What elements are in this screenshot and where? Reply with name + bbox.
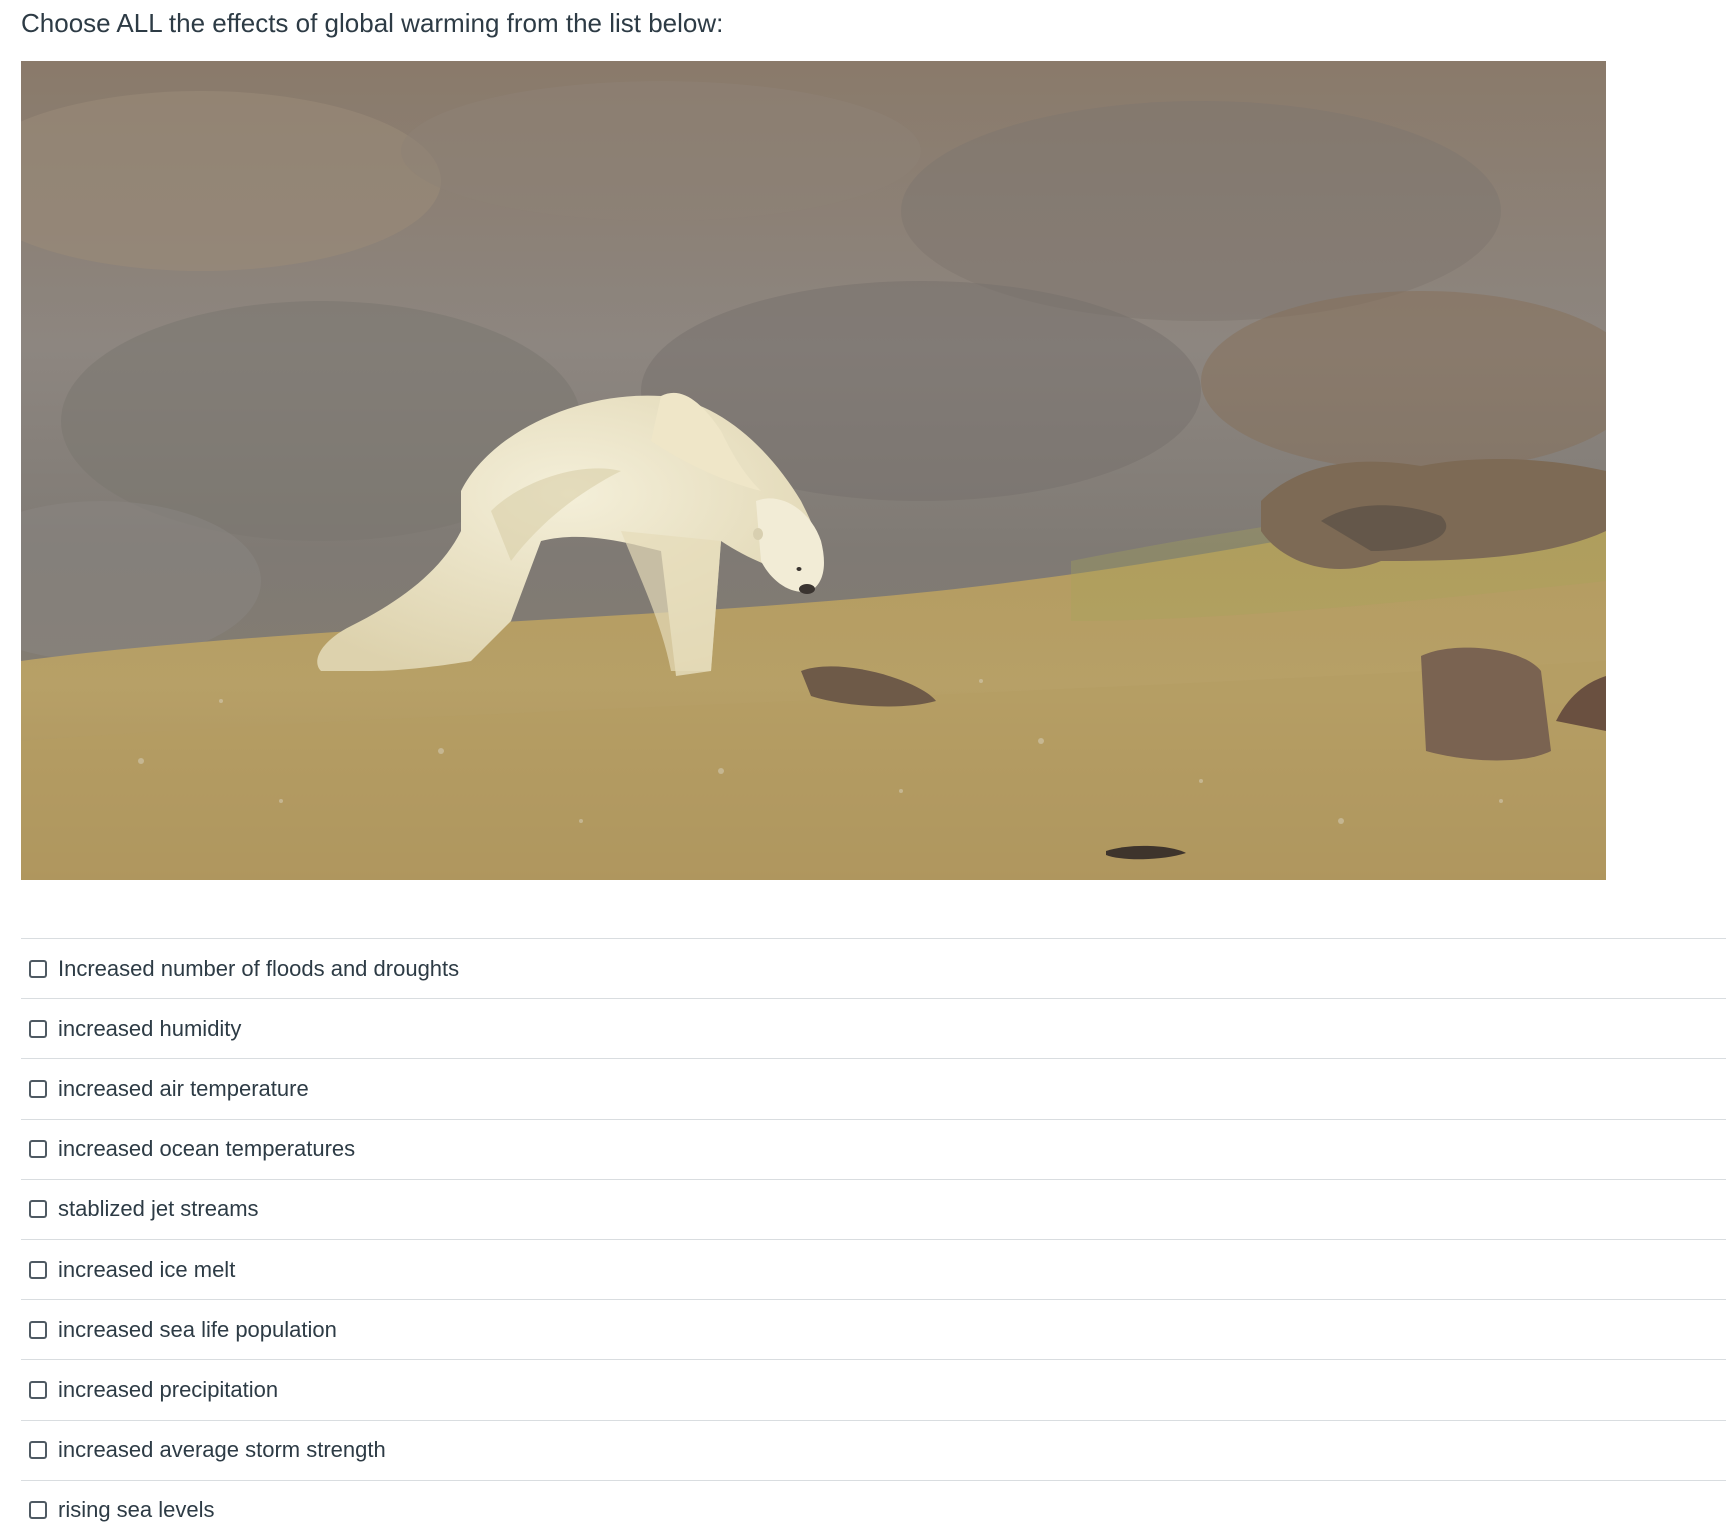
answer-option[interactable]: increased ice melt	[21, 1238, 1726, 1299]
polar-bear-photo	[21, 61, 1606, 880]
answer-label[interactable]: increased ocean temperatures	[58, 1135, 355, 1163]
answer-label[interactable]: increased sea life population	[58, 1316, 337, 1344]
answer-checkbox[interactable]	[29, 1140, 47, 1159]
answer-label[interactable]: increased average storm strength	[58, 1436, 386, 1464]
answer-checkbox[interactable]	[29, 1320, 47, 1339]
answer-checkbox[interactable]	[29, 1260, 47, 1279]
answer-option[interactable]: increased average storm strength	[21, 1419, 1726, 1480]
answer-option[interactable]: stablized jet streams	[21, 1178, 1726, 1239]
answer-checkbox[interactable]	[29, 1441, 47, 1460]
answer-label[interactable]: increased humidity	[58, 1015, 241, 1043]
answer-label[interactable]: Increased number of floods and droughts	[58, 955, 459, 983]
answer-checkbox[interactable]	[29, 1019, 47, 1038]
answer-checkbox[interactable]	[29, 1200, 47, 1219]
answer-checkbox[interactable]	[29, 1380, 47, 1399]
answer-option[interactable]: increased humidity	[21, 998, 1726, 1058]
answer-option[interactable]: increased precipitation	[21, 1359, 1726, 1419]
answer-checkbox[interactable]	[29, 1079, 47, 1098]
answer-option[interactable]: rising sea levels	[21, 1479, 1726, 1540]
answer-option[interactable]: increased air temperature	[21, 1058, 1726, 1118]
answer-option[interactable]: increased sea life population	[21, 1299, 1726, 1359]
answer-label[interactable]: increased precipitation	[58, 1376, 278, 1404]
answer-checkbox[interactable]	[29, 959, 47, 978]
answer-option[interactable]: increased ocean temperatures	[21, 1118, 1726, 1179]
answer-label[interactable]: increased ice melt	[58, 1256, 235, 1284]
answer-label[interactable]: stablized jet streams	[58, 1195, 259, 1223]
answer-label[interactable]: rising sea levels	[58, 1496, 215, 1524]
answer-option[interactable]: Increased number of floods and droughts	[21, 938, 1726, 998]
answer-checkbox[interactable]	[29, 1501, 47, 1520]
answer-list: Increased number of floods and droughts …	[21, 938, 1726, 1540]
question-text: Choose ALL the effects of global warming…	[21, 8, 724, 38]
answer-label[interactable]: increased air temperature	[58, 1075, 309, 1103]
